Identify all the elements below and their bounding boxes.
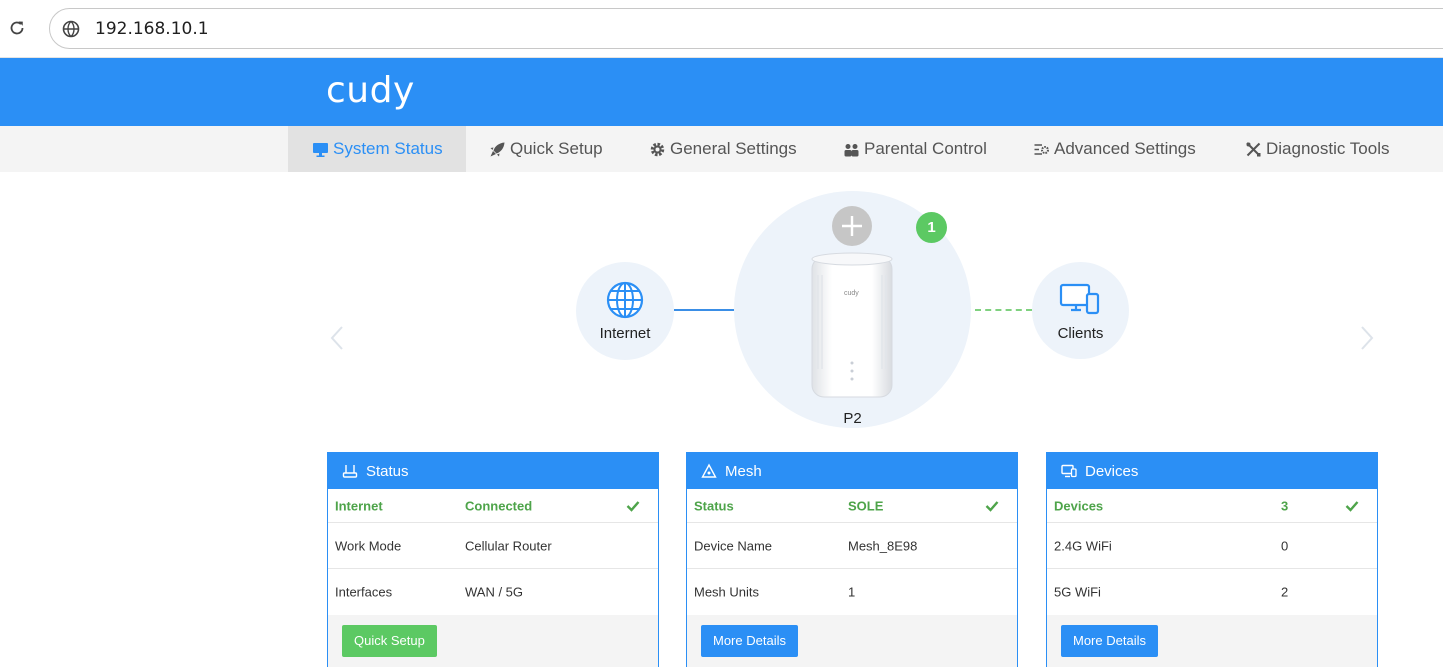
row-value: 2 <box>1281 584 1289 600</box>
table-row: Internet Connected <box>328 489 658 523</box>
row-label: Device Name <box>694 538 773 553</box>
status-card-header: Status <box>328 453 658 489</box>
router-label: P2 <box>843 410 862 427</box>
sliders-icon <box>1034 143 1049 155</box>
table-row: 5G WiFi 2 <box>1047 569 1377 616</box>
mesh-card: Mesh Status SOLE Device Name Mesh_8E98 M… <box>686 452 1018 667</box>
router-brand-text: cudy <box>844 290 859 297</box>
internet-link-line <box>674 309 734 311</box>
nav-label: System Status <box>333 139 443 158</box>
clients-label: Clients <box>1057 325 1104 342</box>
card-footer: More Details <box>1047 615 1377 667</box>
devices-icon <box>1061 464 1077 478</box>
row-label: 2.4G WiFi <box>1054 538 1112 553</box>
devices-card-header: Devices <box>1047 453 1377 489</box>
row-label: Work Mode <box>335 538 402 553</box>
monitor-icon <box>313 142 328 157</box>
row-label: Devices <box>1054 498 1104 513</box>
tools-icon <box>1246 141 1261 157</box>
row-value: Mesh_8E98 <box>848 538 918 553</box>
clients-link-line <box>975 309 1032 311</box>
card-footer: Quick Setup <box>328 615 658 667</box>
nav-label: Diagnostic Tools <box>1266 139 1390 158</box>
row-value: 1 <box>848 584 856 600</box>
status-card: Status Internet Connected Work Mode Cell… <box>327 452 659 667</box>
router-icon <box>342 465 358 478</box>
table-row: Device Name Mesh_8E98 <box>687 523 1017 569</box>
nav-label: Quick Setup <box>510 139 603 158</box>
nav-parental-control[interactable]: Parental Control <box>843 126 987 172</box>
nav-label: Parental Control <box>864 139 987 158</box>
table-row: Mesh Units 1 <box>687 569 1017 616</box>
clients-node[interactable]: Clients <box>1032 262 1129 359</box>
check-icon <box>1345 500 1359 512</box>
nav-label: Advanced Settings <box>1054 139 1196 158</box>
gear-icon <box>650 142 665 156</box>
app-header: cudy <box>0 58 1443 126</box>
cudy-logo[interactable]: cudy <box>326 70 415 111</box>
internet-node[interactable]: Internet <box>576 262 674 360</box>
nav-advanced-settings[interactable]: Advanced Settings <box>1033 126 1196 172</box>
nav-diagnostic-tools[interactable]: Diagnostic Tools <box>1245 126 1389 172</box>
row-value: Connected <box>465 498 533 513</box>
internet-label: Internet <box>599 325 651 342</box>
more-details-button[interactable]: More Details <box>701 625 798 657</box>
mesh-card-header: Mesh <box>687 453 1017 489</box>
card-title: Status <box>366 462 409 480</box>
url-text[interactable]: 192.168.10.1 <box>95 19 209 39</box>
check-icon <box>985 500 999 512</box>
table-row: 2.4G WiFi 0 <box>1047 523 1377 569</box>
add-mesh-button[interactable] <box>832 206 872 246</box>
mesh-count-badge: 1 <box>916 212 947 243</box>
row-label: Mesh Units <box>694 584 760 600</box>
devices-card: Devices Devices 3 2.4G WiFi 0 5G WiFi 2 … <box>1046 452 1378 667</box>
main-nav: System Status Quick Setup General Settin… <box>0 126 1443 172</box>
check-icon <box>626 500 640 512</box>
table-row: Interfaces WAN / 5G <box>328 569 658 616</box>
mesh-icon <box>701 463 717 478</box>
browser-toolbar: 192.168.10.1 <box>0 0 1443 58</box>
router-device-image <box>811 252 893 398</box>
devices-icon <box>1059 283 1100 315</box>
card-footer: More Details <box>687 615 1017 667</box>
row-label: 5G WiFi <box>1054 584 1101 600</box>
row-label: Status <box>694 498 734 513</box>
row-value: Cellular Router <box>465 538 552 553</box>
row-value: SOLE <box>848 498 884 513</box>
table-row: Status SOLE <box>687 489 1017 523</box>
next-arrow-icon[interactable] <box>1360 325 1374 351</box>
nav-system-status[interactable]: System Status <box>288 126 466 172</box>
nav-label: General Settings <box>670 139 797 158</box>
nav-general-settings[interactable]: General Settings <box>649 126 797 172</box>
row-value: 3 <box>1281 498 1289 513</box>
quick-setup-button[interactable]: Quick Setup <box>342 625 437 657</box>
row-value: 0 <box>1281 538 1289 553</box>
nav-quick-setup[interactable]: Quick Setup <box>489 126 603 172</box>
more-details-button[interactable]: More Details <box>1061 625 1158 657</box>
plus-icon <box>842 216 862 236</box>
prev-arrow-icon[interactable] <box>330 325 344 351</box>
card-title: Devices <box>1085 462 1139 480</box>
table-row: Devices 3 <box>1047 489 1377 523</box>
rocket-icon <box>490 142 505 156</box>
globe-icon <box>606 281 644 319</box>
row-label: Interfaces <box>335 584 393 600</box>
row-label: Internet <box>335 498 383 513</box>
reload-icon[interactable] <box>8 19 26 37</box>
address-bar[interactable]: 192.168.10.1 <box>49 8 1443 49</box>
card-title: Mesh <box>725 462 762 480</box>
row-value: WAN / 5G <box>465 584 524 600</box>
table-row: Work Mode Cellular Router <box>328 523 658 569</box>
globe-icon <box>62 20 80 38</box>
users-icon <box>844 143 859 156</box>
